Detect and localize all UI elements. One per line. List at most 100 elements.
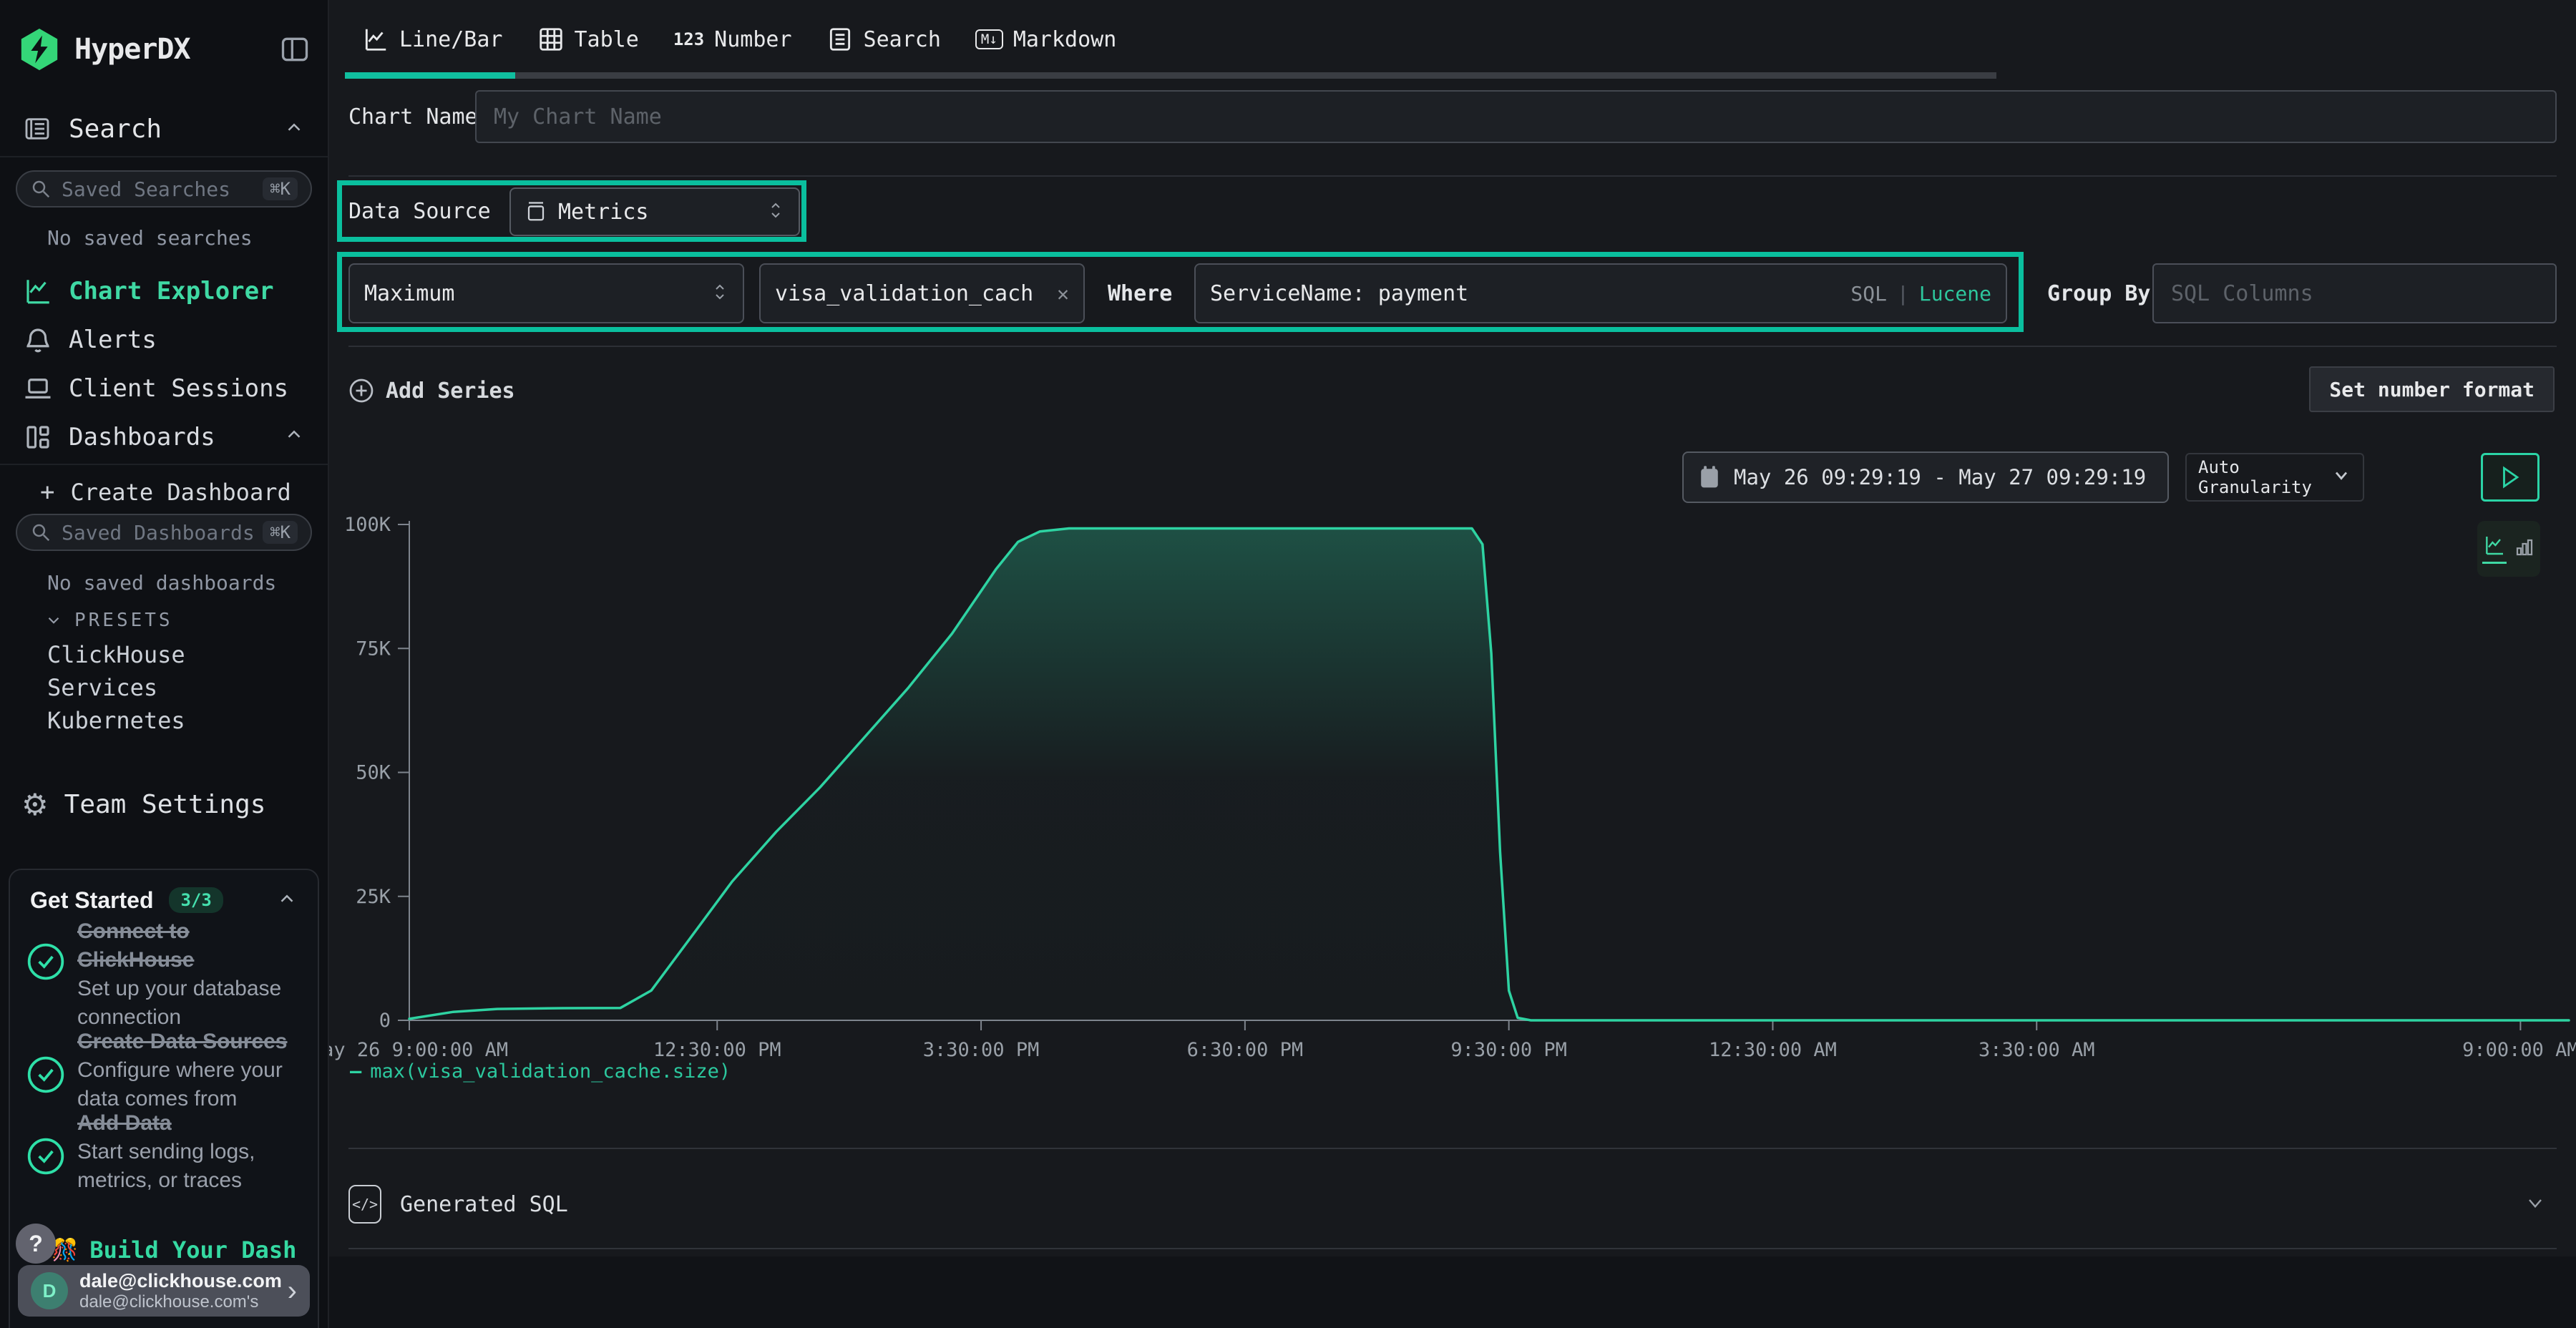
get-started-item[interactable]: Connect to ClickHouse Set up your databa…: [77, 917, 299, 1032]
user-menu[interactable]: D dale@clickhouse.com dale@clickhouse.co…: [18, 1265, 310, 1317]
no-saved-searches-note: No saved searches: [47, 226, 253, 250]
search-icon: [30, 522, 52, 543]
set-number-format-button[interactable]: Set number format: [2309, 366, 2555, 412]
divider: [0, 156, 328, 157]
svg-text:50K: 50K: [356, 762, 391, 784]
saved-dashboards-placeholder: Saved Dashboards: [62, 521, 255, 545]
sidebar-collapse-icon[interactable]: [279, 34, 311, 65]
chevron-up-icon[interactable]: [283, 117, 305, 141]
remove-metric-icon[interactable]: ✕: [1057, 282, 1069, 306]
markdown-icon: M↓: [975, 29, 1003, 49]
divider: [348, 1248, 2557, 1249]
sidebar-item-dashboards[interactable]: Dashboards: [0, 416, 328, 458]
user-email: dale@clickhouse.com: [79, 1270, 282, 1292]
generated-sql-toggle[interactable]: </> Generated SQL: [348, 1173, 2557, 1235]
get-started-progress-badge: 3/3: [169, 887, 223, 913]
preset-clickhouse[interactable]: ClickHouse: [47, 641, 185, 668]
list-document-icon: [826, 26, 854, 53]
add-series-label: Add Series: [386, 379, 515, 404]
sidebar-item-chart-explorer[interactable]: Chart Explorer: [0, 270, 328, 312]
select-chevrons-icon: [767, 198, 784, 225]
sidebar-item-alerts[interactable]: Alerts: [0, 319, 328, 361]
tab-line-bar[interactable]: Line/Bar: [345, 4, 520, 75]
create-dashboard-button[interactable]: + Create Dashboard: [40, 475, 291, 509]
get-started-item-partially-hidden[interactable]: 🎊 Build Your Dash: [52, 1236, 309, 1264]
toggle-divider: |: [1897, 282, 1909, 306]
user-texts: dale@clickhouse.com dale@clickhouse.com'…: [79, 1270, 282, 1312]
tab-underline-track: [345, 72, 1996, 79]
bell-icon: [23, 325, 53, 355]
svg-text:3:30:00 PM: 3:30:00 PM: [923, 1039, 1040, 1061]
chevron-right-icon: ›: [288, 1275, 297, 1307]
sidebar-item-label: Alerts: [69, 326, 157, 354]
preset-kubernetes[interactable]: Kubernetes: [47, 707, 185, 734]
chevron-down-icon[interactable]: [2524, 1191, 2547, 1217]
get-started-item-title: Add Data: [77, 1109, 299, 1138]
metric-tag-label: visa_validation_cach: [775, 281, 1033, 306]
tab-label: Search: [864, 27, 941, 52]
date-range-picker[interactable]: May 26 09:29:19 - May 27 09:29:19: [1682, 451, 2169, 503]
group-by-input[interactable]: [2152, 263, 2557, 323]
get-started-item[interactable]: Create Data Sources Configure where your…: [77, 1027, 299, 1113]
data-source-label: Data Source: [348, 199, 491, 224]
chevron-up-icon[interactable]: [283, 423, 305, 451]
tab-markdown[interactable]: M↓ Markdown: [958, 4, 1133, 75]
user-team: dale@clickhouse.com's: [79, 1292, 282, 1312]
lucene-toggle[interactable]: Lucene: [1919, 282, 1991, 306]
data-source-row: Data Source: [348, 180, 491, 242]
where-input[interactable]: ServiceName: payment SQL | Lucene: [1194, 263, 2007, 323]
get-started-header[interactable]: Get Started 3/3: [30, 883, 298, 917]
tab-number[interactable]: 123 Number: [656, 4, 809, 75]
gear-icon: ⚙: [21, 787, 49, 822]
where-value: ServiceName: payment: [1210, 281, 1468, 306]
shortcut-badge: ⌘K: [263, 521, 298, 544]
tab-search[interactable]: Search: [809, 4, 958, 75]
check-circle-icon: [26, 942, 66, 982]
get-started-item-title: Build Your Dash: [89, 1236, 296, 1264]
get-started-item[interactable]: Add Data Start sending logs, metrics, or…: [77, 1109, 299, 1195]
tab-table[interactable]: Table: [520, 4, 656, 75]
saved-dashboards-input[interactable]: Saved Dashboards ⌘K: [16, 514, 312, 551]
search-section-header[interactable]: Search: [0, 106, 328, 152]
tab-label: Markdown: [1013, 27, 1117, 52]
granularity-select[interactable]: Auto Granularity: [2185, 453, 2364, 502]
saved-searches-placeholder: Saved Searches: [62, 177, 230, 201]
preset-services[interactable]: Services: [47, 674, 157, 701]
search-section-label: Search: [69, 114, 162, 144]
no-saved-dashboards-note: No saved dashboards: [47, 571, 276, 595]
sidebar-item-label: Dashboards: [69, 423, 215, 451]
metric-tag[interactable]: visa_validation_cach ✕: [759, 263, 1085, 323]
chevron-down-icon: [2331, 465, 2351, 489]
presets-toggle[interactable]: PRESETS: [44, 610, 173, 631]
sidebar-item-client-sessions[interactable]: Client Sessions: [0, 368, 328, 409]
get-started-title: Get Started: [30, 887, 153, 914]
brand-title: HyperDX: [74, 33, 190, 66]
run-query-button[interactable]: [2481, 453, 2540, 502]
search-section-icon: [23, 114, 52, 143]
sidebar-item-team-settings[interactable]: ⚙ Team Settings: [0, 781, 328, 827]
number-123-icon: 123: [673, 29, 704, 49]
chevron-up-icon[interactable]: [276, 888, 298, 912]
get-started-item-title: Create Data Sources: [77, 1027, 299, 1056]
saved-searches-input[interactable]: Saved Searches ⌘K: [16, 170, 312, 208]
add-series-button[interactable]: Add Series: [348, 371, 515, 411]
database-icon: [525, 200, 547, 224]
where-label-wrap: Where: [1108, 263, 1172, 323]
divider: [0, 464, 328, 465]
chart-name-input[interactable]: [475, 90, 2557, 143]
data-source-value: Metrics: [558, 200, 648, 225]
aggregation-select[interactable]: Maximum: [348, 263, 744, 323]
svg-text:3:30:00 AM: 3:30:00 AM: [1979, 1039, 2095, 1061]
get-started-item-title: Connect to ClickHouse: [77, 917, 299, 975]
chart-area[interactable]: 025K50K75K100KMay 26 9:00:00 AM12:30:00 …: [329, 501, 2576, 1066]
divider: [348, 1148, 2557, 1149]
chart-name-label: Chart Name: [348, 104, 478, 130]
data-source-select[interactable]: Metrics: [509, 187, 800, 236]
team-settings-label: Team Settings: [64, 790, 266, 819]
avatar: D: [31, 1272, 68, 1309]
sql-toggle[interactable]: SQL: [1850, 282, 1887, 306]
where-label: Where: [1108, 281, 1172, 306]
help-button[interactable]: ?: [16, 1224, 56, 1264]
shortcut-badge: ⌘K: [263, 177, 298, 200]
chart-legend[interactable]: — max(visa_validation_cache.size): [350, 1060, 731, 1083]
